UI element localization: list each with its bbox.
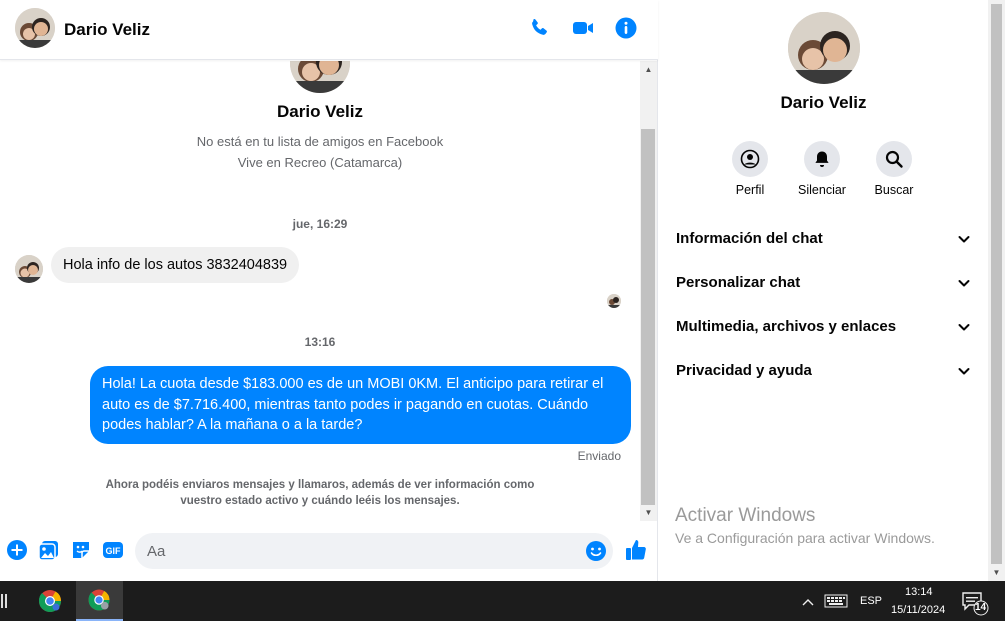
seen-avatar xyxy=(607,294,621,308)
section-title: Personalizar chat xyxy=(676,274,801,291)
chat-pane: Dario Veliz Dario Veliz No está en tu li… xyxy=(0,0,658,581)
section-customize-chat[interactable]: Personalizar chat xyxy=(659,260,988,304)
sticker-icon[interactable] xyxy=(70,539,92,561)
profile-button[interactable]: Perfil xyxy=(714,141,786,197)
scroll-thumb[interactable] xyxy=(641,129,655,505)
section-title: Información del chat xyxy=(676,230,823,247)
outgoing-message-bubble[interactable]: Hola! La cuota desde $183.000 es de un M… xyxy=(90,366,631,444)
info-icon[interactable] xyxy=(614,16,638,40)
contact-name[interactable]: Dario Veliz xyxy=(64,20,150,40)
composer: GIF xyxy=(0,521,658,581)
mute-label: Silenciar xyxy=(798,183,846,197)
chrome-taskbar-icon[interactable] xyxy=(28,581,72,621)
notice-line: Ahora podéis enviaros mensajes y llamaro… xyxy=(105,479,535,491)
section-title: Privacidad y ayuda xyxy=(676,362,812,379)
page-scrollbar[interactable]: ▼ xyxy=(988,0,1005,581)
gif-label: GIF xyxy=(106,546,122,556)
sender-avatar[interactable] xyxy=(15,255,43,283)
profile-icon xyxy=(740,149,760,169)
incoming-message-bubble[interactable]: Hola info de los autos 3832404839 xyxy=(51,247,300,283)
chevron-down-icon xyxy=(957,364,971,378)
location: Vive en Recreo (Catamarca) xyxy=(237,155,403,170)
video-icon[interactable] xyxy=(571,16,595,40)
search-label: Buscar xyxy=(874,183,914,197)
search-icon xyxy=(885,150,903,168)
phone-icon[interactable] xyxy=(527,16,551,40)
section-title: Multimedia, archivos y enlaces xyxy=(676,318,897,335)
keyboard-icon[interactable] xyxy=(823,581,849,621)
chevron-up-icon[interactable] xyxy=(800,581,816,621)
gif-icon[interactable]: GIF xyxy=(102,539,124,561)
screen: Dario Veliz Dario Veliz No está en tu li… xyxy=(0,0,1005,621)
scroll-up-arrow[interactable]: ▲ xyxy=(640,61,657,78)
chrome-active-taskbar-icon[interactable] xyxy=(76,581,123,621)
chevron-down-icon xyxy=(957,320,971,334)
chevron-down-icon xyxy=(957,232,971,246)
section-chat-info[interactable]: Información del chat xyxy=(659,216,988,260)
plus-icon[interactable] xyxy=(6,539,28,561)
messaging-notice: Ahora podéis enviaros mensajes y llamaro… xyxy=(100,477,540,509)
chat-header: Dario Veliz xyxy=(0,0,658,60)
photo-icon[interactable] xyxy=(38,539,60,561)
contact-avatar-large[interactable] xyxy=(290,61,350,93)
info-contact-name: Dario Veliz xyxy=(780,93,867,112)
profile-label: Perfil xyxy=(735,183,765,197)
clock-date[interactable]: 15/11/2024 xyxy=(891,604,945,616)
message-list[interactable]: Dario Veliz No está en tu lista de amigo… xyxy=(0,61,640,521)
language-indicator[interactable]: ESP xyxy=(860,595,882,607)
sent-status: Enviado xyxy=(577,449,621,463)
taskbar: ESP 13:14 15/11/2024 14 xyxy=(0,581,1005,621)
scroll-down-arrow[interactable]: ▼ xyxy=(640,504,657,521)
emoji-icon[interactable] xyxy=(585,540,607,562)
activation-watermark-title: Activar Windows xyxy=(675,505,816,526)
page-scroll-thumb[interactable] xyxy=(991,4,1002,564)
friend-status: No está en tu lista de amigos en Faceboo… xyxy=(196,134,444,149)
timestamp: 13:16 xyxy=(304,335,336,349)
page-scroll-down-arrow[interactable]: ▼ xyxy=(988,564,1005,581)
notification-count: 14 xyxy=(975,602,987,613)
section-media-files[interactable]: Multimedia, archivos y enlaces xyxy=(659,304,988,348)
search-button[interactable]: Buscar xyxy=(858,141,930,197)
section-privacy-help[interactable]: Privacidad y ayuda xyxy=(659,348,988,392)
notification-center-icon[interactable] xyxy=(960,581,990,621)
task-view-icon[interactable] xyxy=(0,581,10,621)
contact-avatar-info[interactable] xyxy=(788,12,860,84)
chat-scrollbar[interactable]: ▲ ▼ xyxy=(640,61,657,521)
message-input[interactable] xyxy=(147,533,577,569)
like-icon[interactable] xyxy=(624,538,648,562)
bell-icon xyxy=(815,151,829,167)
notice-line: vuestro estado activo y cuándo leéis los… xyxy=(180,495,460,507)
chevron-down-icon xyxy=(957,276,971,290)
timestamp: jue, 16:29 xyxy=(292,217,348,231)
clock-time[interactable]: 13:14 xyxy=(905,586,933,598)
activation-watermark-subtitle: Ve a Configuración para activar Windows. xyxy=(675,530,935,546)
info-pane: Dario Veliz Perfil Silenciar Buscar Info… xyxy=(659,0,988,581)
profile-name: Dario Veliz xyxy=(277,102,363,121)
mute-button[interactable]: Silenciar xyxy=(786,141,858,197)
contact-avatar[interactable] xyxy=(15,8,55,48)
message-input-wrapper[interactable] xyxy=(135,533,613,569)
